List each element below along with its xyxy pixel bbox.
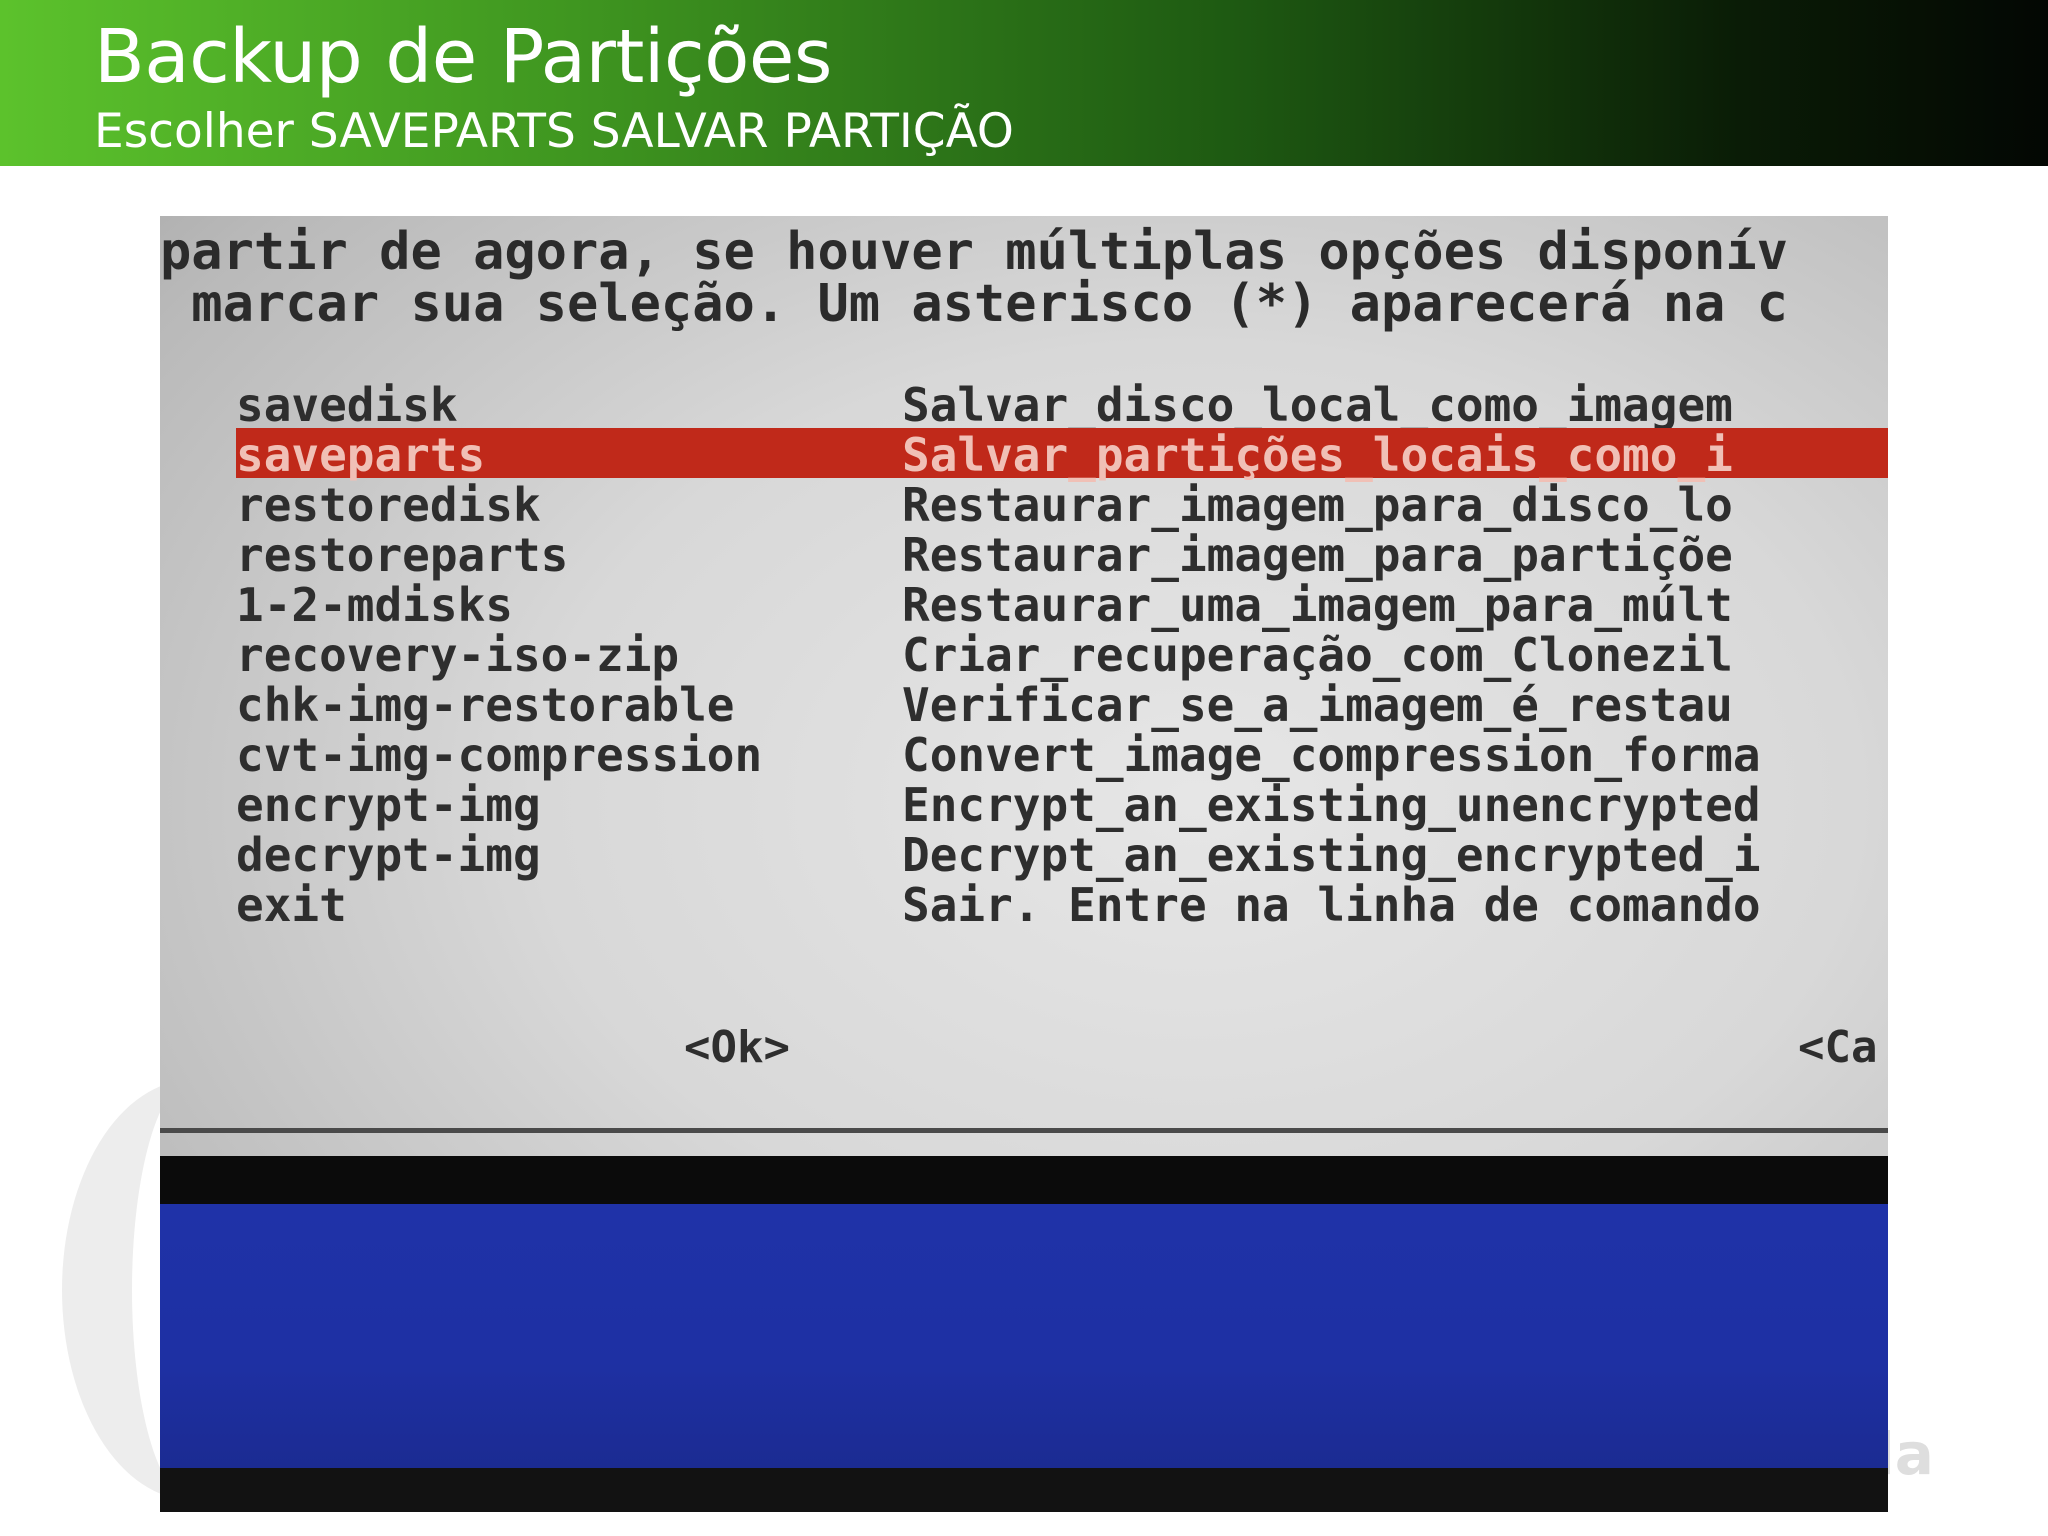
menu-item-desc: Salvar_disco_local_como_imagem: [902, 378, 1733, 432]
menu-item-tag: 1-2-mdisks: [236, 578, 513, 632]
menu-item-restoreparts[interactable]: restoreparts Restaurar_imagem_para_parti…: [236, 528, 1888, 582]
blue-background: [160, 1204, 1888, 1468]
menu-item-tag: encrypt-img: [236, 778, 541, 832]
menu-item-savedisk[interactable]: savedisk Salvar_disco_local_como_imagem: [236, 378, 1888, 432]
menu-item-1-2-mdisks[interactable]: 1-2-mdisks Restaurar_uma_imagem_para_múl…: [236, 578, 1888, 632]
menu-item-cvt-img-compression[interactable]: cvt-img-compression Convert_image_compre…: [236, 728, 1888, 782]
menu-item-encrypt-img[interactable]: encrypt-img Encrypt_an_existing_unencryp…: [236, 778, 1888, 832]
menu-item-tag: savedisk: [236, 378, 458, 432]
menu-item-desc: Encrypt_an_existing_unencrypted: [902, 778, 1761, 832]
slide-subtitle: Escolher SAVEPARTS SALVAR PARTIÇÃO: [94, 104, 1014, 159]
menu-item-tag: restoreparts: [236, 528, 569, 582]
dialog-shadow: [160, 1156, 1888, 1204]
menu-item-desc: Convert_image_compression_forma: [902, 728, 1761, 782]
ok-button[interactable]: <Ok>: [684, 1022, 790, 1073]
slide-title: Backup de Partições: [94, 14, 832, 100]
menu-item-desc: Sair. Entre na linha de comando: [902, 878, 1761, 932]
menu-item-tag: exit: [236, 878, 347, 932]
menu-item-saveparts[interactable]: saveparts Salvar_partições_locais_como_i: [236, 428, 1888, 482]
menu-item-desc: Restaurar_uma_imagem_para_múlt: [902, 578, 1733, 632]
intro-line-2: marcar sua seleção. Um asterisco (*) apa…: [160, 274, 1788, 334]
dialog-bottom-border: [160, 1128, 1888, 1133]
menu-item-desc: Salvar_partições_locais_como_i: [902, 428, 1733, 482]
menu-item-tag: cvt-img-compression: [236, 728, 763, 782]
menu-item-desc: Restaurar_imagem_para_partiçõe: [902, 528, 1733, 582]
menu-item-restoredisk[interactable]: restoredisk Restaurar_imagem_para_disco_…: [236, 478, 1888, 532]
menu-item-desc: Criar_recuperação_com_Clonezil: [902, 628, 1733, 682]
menu-item-tag: restoredisk: [236, 478, 541, 532]
menu-item-exit[interactable]: exit Sair. Entre na linha de comando: [236, 878, 1888, 932]
screen-bottom-edge: [160, 1468, 1888, 1512]
slide-header: Backup de Partições Escolher SAVEPARTS S…: [0, 0, 2048, 166]
menu-item-tag: decrypt-img: [236, 828, 541, 882]
menu-item-chk-img-restorable[interactable]: chk-img-restorable Verificar_se_a_imagem…: [236, 678, 1888, 732]
terminal-photo: partir de agora, se houver múltiplas opç…: [160, 216, 1888, 1512]
menu-item-desc: Verificar_se_a_imagem_é_restau: [902, 678, 1733, 732]
menu-item-decrypt-img[interactable]: decrypt-img Decrypt_an_existing_encrypte…: [236, 828, 1888, 882]
menu-item-recovery-iso-zip[interactable]: recovery-iso-zip Criar_recuperação_com_C…: [236, 628, 1888, 682]
menu-item-desc: Restaurar_imagem_para_disco_lo: [902, 478, 1733, 532]
menu-item-tag: chk-img-restorable: [236, 678, 735, 732]
cancel-button[interactable]: <Ca: [1798, 1022, 1877, 1073]
menu-item-tag: saveparts: [236, 428, 486, 482]
menu-item-desc: Decrypt_an_existing_encrypted_i: [902, 828, 1761, 882]
intro-line-1: partir de agora, se houver múltiplas opç…: [160, 222, 1788, 282]
menu-item-tag: recovery-iso-zip: [236, 628, 680, 682]
